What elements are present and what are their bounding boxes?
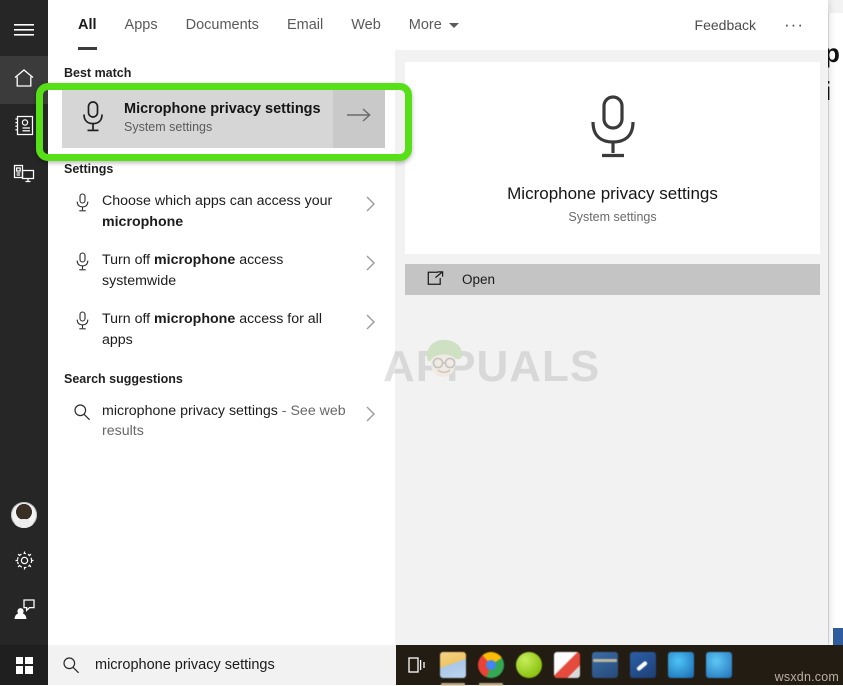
list-item-label: Turn off microphone access systemwide: [102, 250, 353, 291]
filter-tabbar: All Apps Documents Email Web More Feedba…: [48, 0, 828, 50]
list-item-text-plain: Turn off: [102, 252, 155, 269]
tabbar-actions: Feedback ···: [685, 0, 828, 50]
list-item[interactable]: Choose which apps can access your microp…: [62, 182, 395, 241]
preview-title: Microphone privacy settings: [507, 183, 718, 203]
list-item-text-plain: Choose which apps can access your: [102, 193, 333, 209]
best-match-texts: Microphone privacy settings System setti…: [124, 100, 333, 134]
best-match-result[interactable]: Microphone privacy settings System setti…: [62, 86, 385, 148]
sidebar-item-home[interactable]: [0, 56, 48, 104]
microphone-icon: [62, 100, 124, 134]
task-view-icon[interactable]: [406, 654, 428, 676]
apps-icon: [13, 164, 35, 189]
chevron-right-icon[interactable]: [353, 401, 387, 423]
preview-subtitle: System settings: [568, 209, 657, 224]
start-menu-content: All Apps Documents Email Web More Feedba…: [48, 0, 828, 645]
taskbar-search-box[interactable]: microphone privacy settings: [48, 645, 396, 685]
hamburger-menu-button[interactable]: [0, 8, 48, 56]
checkmark-app-icon[interactable]: [630, 652, 656, 678]
list-item[interactable]: Turn off microphone access for all apps: [62, 300, 395, 359]
arrow-right-icon: [346, 107, 372, 128]
list-item-text-plain: Turn off: [102, 311, 155, 328]
tab-more-label: More: [408, 17, 442, 33]
section-settings: Settings: [64, 162, 114, 176]
blue-app-one-icon[interactable]: [668, 652, 694, 678]
start-menu-rail: [0, 0, 48, 645]
section-search-suggestions: Search suggestions: [64, 371, 183, 386]
sidebar-item-apps[interactable]: [0, 152, 48, 200]
section-best-match: Best match: [64, 66, 132, 80]
microphone-icon: [62, 309, 102, 331]
start-menu-panel: All Apps Documents Email Web More Feedba…: [0, 0, 828, 645]
list-item[interactable]: Turn off microphone access systemwide: [62, 241, 395, 300]
results-and-preview: Best match Microphone privacy settings S…: [48, 50, 828, 645]
home-icon: [13, 68, 35, 93]
list-item-label: microphone privacy settings - See web re…: [102, 401, 353, 442]
store-icon[interactable]: [592, 652, 618, 678]
list-item-text-bold: microphone: [102, 213, 184, 230]
chrome-icon[interactable]: [478, 652, 504, 686]
search-icon: [62, 401, 102, 421]
appuals-watermark-text: APPUALS: [383, 342, 601, 391]
tab-documents[interactable]: Documents: [172, 0, 273, 50]
tab-web[interactable]: Web: [337, 0, 395, 50]
taskbar-pinned-icons: [396, 645, 732, 686]
list-item[interactable]: microphone privacy settings - See web re…: [62, 392, 395, 451]
preview-card: Microphone privacy settings System setti…: [405, 62, 820, 254]
start-button[interactable]: [0, 645, 48, 685]
sidebar-item-settings[interactable]: [0, 539, 48, 587]
avatar-icon: [11, 502, 37, 528]
microphone-icon: [62, 191, 102, 213]
tab-more[interactable]: More: [395, 0, 473, 50]
open-action-label: Open: [462, 272, 496, 287]
taskbar: microphone privacy settings wsxdn.com: [0, 645, 843, 686]
notebook-icon: [14, 115, 34, 141]
microphone-icon: [585, 93, 641, 168]
windows-logo-icon: [15, 656, 33, 674]
best-match-title: Microphone privacy settings: [124, 100, 321, 117]
file-explorer-icon[interactable]: [440, 652, 466, 686]
open-external-icon: [427, 270, 444, 289]
best-match-subtitle: System settings: [124, 120, 213, 135]
chevron-right-icon[interactable]: [353, 250, 387, 272]
list-item-label: Turn off microphone access for all apps: [102, 309, 353, 350]
chevron-right-icon[interactable]: [353, 191, 387, 213]
feedback-button[interactable]: Feedback: [685, 11, 766, 39]
search-input[interactable]: microphone privacy settings: [95, 657, 275, 673]
chevron-right-icon[interactable]: [353, 309, 387, 331]
best-match-wrap: Microphone privacy settings System setti…: [62, 86, 385, 148]
results-column: Best match Microphone privacy settings S…: [48, 50, 395, 645]
gear-icon: [14, 550, 35, 576]
hamburger-icon: [14, 23, 34, 42]
tab-email[interactable]: Email: [273, 0, 337, 50]
chevron-down-icon: [448, 22, 459, 28]
office-icon[interactable]: [554, 652, 580, 678]
tab-all[interactable]: All: [64, 0, 111, 50]
taskbar-watermark: wsxdn.com: [774, 670, 839, 684]
open-action-button[interactable]: Open: [405, 264, 820, 295]
overflow-menu-button[interactable]: ···: [776, 11, 812, 39]
sidebar-item-account[interactable]: [0, 491, 48, 539]
appuals-mascot-icon: [419, 334, 471, 386]
list-item-text-bold: microphone: [154, 252, 236, 269]
sidebar-item-feedback[interactable]: [0, 587, 48, 635]
background-page-divider: [828, 13, 829, 645]
preview-column: Microphone privacy settings System setti…: [383, 50, 828, 645]
microphone-icon: [62, 250, 102, 272]
best-match-expand-button[interactable]: [333, 86, 385, 148]
filter-tabs: All Apps Documents Email Web More: [48, 0, 473, 50]
appuals-watermark: APPUALS: [383, 339, 683, 392]
feedback-person-icon: [13, 598, 35, 624]
list-item-label: Choose which apps can access your microp…: [102, 191, 353, 232]
green-app-icon[interactable]: [516, 652, 542, 678]
sidebar-item-documents[interactable]: [0, 104, 48, 152]
suggestion-query: microphone privacy settings: [102, 402, 278, 419]
list-item-text-bold: microphone: [154, 311, 236, 328]
tab-apps[interactable]: Apps: [111, 0, 172, 50]
search-icon: [62, 656, 80, 674]
blue-app-two-icon[interactable]: [706, 652, 732, 678]
